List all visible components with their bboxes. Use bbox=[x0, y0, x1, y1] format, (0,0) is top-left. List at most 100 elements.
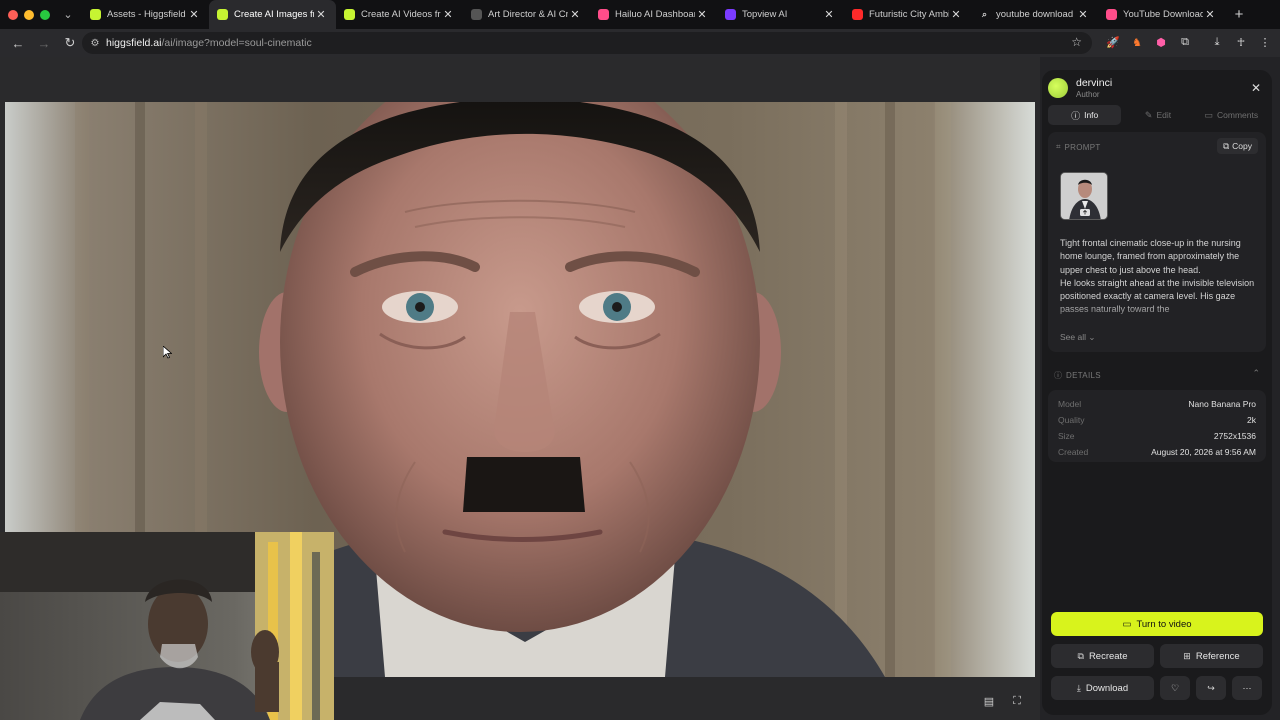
close-tab-icon[interactable]: ✕ bbox=[1076, 8, 1090, 21]
maximize-window-button[interactable] bbox=[40, 9, 50, 20]
detail-key: Model bbox=[1058, 399, 1082, 409]
tab-info-label: Info bbox=[1084, 110, 1099, 120]
browser-tab[interactable]: Topview AI ✕ bbox=[717, 0, 844, 29]
recreate-label: Recreate bbox=[1088, 650, 1128, 662]
tab-comments-label: Comments bbox=[1217, 110, 1259, 120]
close-tab-icon[interactable]: ✕ bbox=[1203, 8, 1217, 21]
turn-to-video-button[interactable]: ▭ Turn to video bbox=[1051, 612, 1263, 636]
caption-icon[interactable]: ▤ bbox=[982, 694, 996, 708]
rocket-extension-icon[interactable]: 🚀 bbox=[1104, 33, 1122, 51]
reference-label: Reference bbox=[1195, 650, 1240, 662]
info-icon: ⓘ bbox=[1054, 370, 1062, 380]
browser-tab[interactable]: Assets - Higgsfield ✕ bbox=[82, 0, 209, 29]
reload-icon[interactable]: ↻ bbox=[58, 31, 82, 55]
tab-edit[interactable]: ✎ Edit bbox=[1121, 105, 1194, 125]
back-arrow-icon[interactable]: ← bbox=[6, 31, 30, 55]
close-tab-icon[interactable]: ✕ bbox=[187, 8, 201, 21]
detail-key: Size bbox=[1058, 431, 1075, 441]
tab-comments[interactable]: ▭ Comments bbox=[1195, 105, 1268, 125]
reference-button[interactable]: ⊞ Reference bbox=[1160, 644, 1263, 668]
panel-tabs: ⓘ Info ✎ Edit ▭ Comments bbox=[1048, 105, 1268, 125]
close-tab-icon[interactable]: ✕ bbox=[949, 8, 963, 21]
tab-label: Create AI Images fro bbox=[234, 9, 314, 20]
avatar[interactable] bbox=[1048, 78, 1068, 98]
chevron-down-icon: ⌄ bbox=[1088, 332, 1096, 342]
puzzle-extensions-icon[interactable]: ⧉ bbox=[1176, 33, 1194, 51]
minimize-window-button[interactable] bbox=[24, 9, 34, 20]
browser-toolbar: ← → ↻ ⚙ higgsfield.ai/ai/image?model=sou… bbox=[0, 29, 1280, 57]
hailuo-favicon-icon bbox=[598, 9, 609, 20]
viewer-tools: ▤ ⛶ bbox=[982, 694, 1024, 708]
turn-to-video-label: Turn to video bbox=[1136, 618, 1192, 630]
reference-image-thumbnail[interactable] bbox=[1060, 172, 1108, 220]
details-label: DETAILS bbox=[1066, 370, 1101, 380]
browser-tab-active[interactable]: Create AI Images fro ✕ bbox=[209, 0, 336, 29]
close-tab-icon[interactable]: ✕ bbox=[441, 8, 455, 21]
download-button[interactable]: ⤓ Download bbox=[1051, 676, 1154, 700]
detail-key: Created bbox=[1058, 447, 1089, 457]
tab-label: Create AI Videos fro bbox=[361, 9, 441, 20]
browser-tab[interactable]: Futuristic City Ambie ✕ bbox=[844, 0, 971, 29]
browser-tab[interactable]: Create AI Videos fro ✕ bbox=[336, 0, 463, 29]
detail-row-size: Size 2752x1536 bbox=[1058, 428, 1256, 444]
comment-icon: ▭ bbox=[1204, 109, 1214, 120]
higgsfield-favicon-icon bbox=[344, 9, 355, 20]
tab-label: YouTube Downloader bbox=[1123, 9, 1203, 20]
browser-menu-icon[interactable]: ⋮ bbox=[1256, 33, 1274, 51]
copy-label: Copy bbox=[1232, 141, 1252, 151]
download-label: Download bbox=[1085, 682, 1129, 694]
detail-row-model: Model Nano Banana Pro bbox=[1058, 396, 1256, 412]
site-settings-icon[interactable]: ⚙ bbox=[88, 36, 102, 50]
see-all-label: See all bbox=[1060, 332, 1086, 342]
accessibility-icon[interactable]: ☥ bbox=[1232, 33, 1250, 51]
share-icon: ↪ bbox=[1207, 682, 1215, 693]
webcam-overlay bbox=[0, 532, 334, 720]
new-tab-icon[interactable]: + bbox=[1229, 5, 1249, 25]
address-bar[interactable]: ⚙ higgsfield.ai/ai/image?model=soul-cine… bbox=[82, 32, 1092, 54]
download-icon[interactable]: ⤓ bbox=[1208, 33, 1226, 51]
tab-search-chevron-icon[interactable]: ⌄ bbox=[58, 5, 78, 25]
fox-extension-icon[interactable]: ♞ bbox=[1128, 33, 1146, 51]
chevron-up-icon[interactable]: ⌃ bbox=[1252, 368, 1260, 379]
reference-icon: ⊞ bbox=[1183, 650, 1191, 661]
tab-label: youtube download or bbox=[996, 9, 1076, 20]
details-header[interactable]: ⓘ DETAILS ⌃ bbox=[1054, 368, 1260, 381]
close-tab-icon[interactable]: ✕ bbox=[568, 8, 582, 21]
tab-label: Art Director & AI Cre bbox=[488, 9, 568, 20]
url-path: /ai/image?model=soul-cinematic bbox=[161, 37, 312, 49]
share-button[interactable]: ↪ bbox=[1196, 676, 1226, 700]
tab-label: Assets - Higgsfield bbox=[107, 9, 186, 20]
shield-extension-icon[interactable]: ⬢ bbox=[1152, 33, 1170, 51]
close-tab-icon[interactable]: ✕ bbox=[314, 8, 328, 21]
tab-edit-label: Edit bbox=[1156, 110, 1172, 120]
browser-tab[interactable]: Hailuo AI Dashboard ✕ bbox=[590, 0, 717, 29]
close-tab-icon[interactable]: ✕ bbox=[695, 8, 709, 21]
close-window-button[interactable] bbox=[8, 9, 18, 20]
art-director-favicon-icon bbox=[471, 9, 482, 20]
youtube-downloader-favicon-icon bbox=[1106, 9, 1117, 20]
detail-key: Quality bbox=[1058, 415, 1085, 425]
copy-prompt-button[interactable]: ⧉ Copy bbox=[1217, 138, 1258, 154]
copy-icon: ⧉ bbox=[1223, 140, 1230, 151]
detail-value: 2752x1536 bbox=[1213, 431, 1256, 441]
more-options-button[interactable]: ⋯ bbox=[1232, 676, 1262, 700]
video-icon: ▭ bbox=[1122, 618, 1132, 630]
forward-arrow-icon[interactable]: → bbox=[32, 31, 56, 55]
browser-tab-bar: ⌄ Assets - Higgsfield ✕ Create AI Images… bbox=[0, 0, 1280, 29]
browser-tab[interactable]: ⌕ youtube download or ✕ bbox=[971, 0, 1098, 29]
fullscreen-icon[interactable]: ⛶ bbox=[1010, 694, 1024, 708]
see-all-button[interactable]: See all ⌄ bbox=[1060, 332, 1096, 343]
browser-tab[interactable]: Art Director & AI Cre ✕ bbox=[463, 0, 590, 29]
close-icon[interactable]: ✕ bbox=[1248, 80, 1264, 96]
like-button[interactable]: ♡ bbox=[1160, 676, 1190, 700]
higgsfield-favicon-icon bbox=[217, 9, 228, 20]
bookmark-star-icon[interactable]: ☆ bbox=[1071, 35, 1082, 49]
author-name[interactable]: dervinci bbox=[1076, 77, 1112, 89]
close-tab-icon[interactable]: ✕ bbox=[822, 8, 836, 21]
prompt-card: ⌗ PROMPT ⧉ Copy Tight frontal cinematic … bbox=[1048, 132, 1266, 352]
prompt-fade bbox=[1060, 302, 1258, 328]
recreate-button[interactable]: ⧉ Recreate bbox=[1051, 644, 1154, 668]
detail-value: August 20, 2026 at 9:56 AM bbox=[1151, 447, 1256, 457]
browser-tab[interactable]: YouTube Downloader ✕ bbox=[1098, 0, 1225, 29]
tab-info[interactable]: ⓘ Info bbox=[1048, 105, 1122, 125]
